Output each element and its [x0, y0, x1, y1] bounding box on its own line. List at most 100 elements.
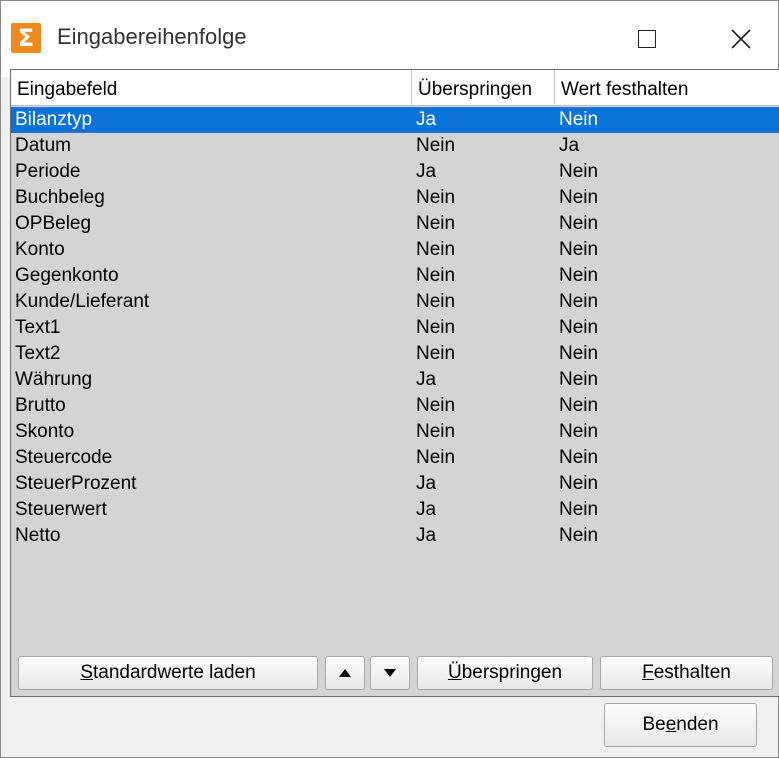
cell-field: OPBeleg [15, 213, 92, 234]
cell-hold: Nein [559, 369, 599, 390]
move-up-button[interactable] [325, 656, 365, 690]
cell-skip: Nein [416, 291, 456, 312]
cell-hold: Ja [559, 135, 580, 156]
cell-field: Netto [15, 525, 61, 546]
load-defaults-mnemonic: S [80, 662, 93, 683]
table-row[interactable]: Brutto Nein Nein [11, 393, 779, 419]
cell-hold: Nein [559, 525, 599, 546]
cell-hold: Nein [559, 187, 599, 208]
cell-skip: Ja [416, 369, 437, 390]
cell-skip: Ja [416, 525, 437, 546]
table-row[interactable]: Text2 Nein Nein [11, 341, 779, 367]
cell-skip: Nein [416, 447, 456, 468]
cell-skip: Nein [416, 213, 456, 234]
close-button[interactable] [713, 11, 769, 67]
table-row[interactable]: Steuercode Nein Nein [11, 445, 779, 471]
cell-skip: Nein [416, 395, 456, 416]
cell-skip: Ja [416, 499, 437, 520]
sigma-app-icon: Σ [11, 23, 41, 53]
table-row[interactable]: OPBeleg Nein Nein [11, 211, 779, 237]
cell-field: Währung [15, 369, 93, 390]
table-row[interactable]: Text1 Nein Nein [11, 315, 779, 341]
title-bar[interactable]: Σ Eingabereihenfolge [1, 1, 778, 77]
cell-field: Skonto [15, 421, 75, 442]
skip-mnemonic: Ü [447, 662, 462, 683]
skip-label: berspringen [461, 662, 563, 683]
table-row[interactable]: SteuerProzent Ja Nein [11, 471, 779, 497]
cell-field: Kunde/Lieferant [15, 291, 150, 312]
table-row[interactable]: Gegenkonto Nein Nein [11, 263, 779, 289]
cell-hold: Nein [559, 109, 599, 130]
cell-skip: Nein [416, 421, 456, 442]
column-header-hold[interactable]: Wert festhalten [555, 70, 775, 106]
cell-hold: Nein [559, 265, 599, 286]
cell-hold: Nein [559, 473, 599, 494]
cell-hold: Nein [559, 213, 599, 234]
cell-hold: Nein [559, 291, 599, 312]
cell-hold: Nein [559, 239, 599, 260]
cell-skip: Nein [416, 343, 456, 364]
cell-field: Text1 [15, 317, 61, 338]
hold-mnemonic: F [642, 662, 654, 683]
cell-hold: Nein [559, 421, 599, 442]
cell-hold: Nein [559, 161, 599, 182]
table-row[interactable]: Steuerwert Ja Nein [11, 497, 779, 523]
cell-field: SteuerProzent [15, 473, 137, 494]
cell-hold: Nein [559, 317, 599, 338]
grid-header: Eingabefeld Überspringen Wert festhalten [11, 70, 779, 106]
table-row[interactable]: Buchbeleg Nein Nein [11, 185, 779, 211]
table-row[interactable]: Konto Nein Nein [11, 237, 779, 263]
table-row[interactable]: Skonto Nein Nein [11, 419, 779, 445]
end-label-rest: nden [676, 714, 719, 735]
cell-skip: Ja [416, 473, 437, 494]
cell-field: Periode [15, 161, 81, 182]
cell-skip: Nein [416, 317, 456, 338]
end-label-start: Be [642, 714, 666, 735]
cell-skip: Nein [416, 135, 456, 156]
cell-field: Bilanztyp [15, 109, 93, 130]
cell-hold: Nein [559, 343, 599, 364]
maximize-icon [638, 30, 656, 48]
cell-skip: Ja [416, 109, 437, 130]
cell-field: Brutto [15, 395, 66, 416]
cell-hold: Nein [559, 395, 599, 416]
load-defaults-label: tandardwerte laden [93, 662, 256, 683]
arrow-down-icon [384, 668, 396, 677]
cell-field: Gegenkonto [15, 265, 119, 286]
cell-skip: Ja [416, 161, 437, 182]
cell-field: Steuerwert [15, 499, 107, 520]
table-row[interactable]: Datum Nein Ja [11, 133, 779, 159]
cell-hold: Nein [559, 447, 599, 468]
cell-skip: Nein [416, 187, 456, 208]
skip-button[interactable]: Überspringen [417, 656, 593, 690]
input-order-grid[interactable]: Eingabefeld Überspringen Wert festhalten… [10, 69, 779, 697]
close-icon [731, 29, 751, 49]
cell-skip: Nein [416, 265, 456, 286]
table-row[interactable]: Netto Ja Nein [11, 523, 779, 549]
maximize-button[interactable] [619, 11, 675, 67]
dialog-window: Σ Eingabereihenfolge Eingabefeld Überspr… [0, 0, 779, 758]
cell-field: Steuercode [15, 447, 113, 468]
cell-field: Konto [15, 239, 65, 260]
grid-toolbar: Standardwerte laden Überspringen Festhal… [10, 653, 779, 691]
table-row[interactable]: Periode Ja Nein [11, 159, 779, 185]
hold-label: esthalten [653, 662, 731, 683]
cell-field: Text2 [15, 343, 61, 364]
move-down-button[interactable] [370, 656, 410, 690]
hold-button[interactable]: Festhalten [600, 656, 773, 690]
load-defaults-button[interactable]: Standardwerte laden [18, 656, 318, 690]
end-button[interactable]: Beenden [604, 703, 757, 747]
end-mnemonic: e [665, 714, 677, 735]
column-header-field[interactable]: Eingabefeld [11, 70, 412, 106]
table-row[interactable]: Währung Ja Nein [11, 367, 779, 393]
column-header-skip[interactable]: Überspringen [412, 70, 555, 106]
grid-body: Bilanztyp Ja Nein Datum Nein Ja Periode Ja Nein B… [11, 107, 779, 549]
arrow-up-icon [339, 668, 351, 677]
cell-skip: Nein [416, 239, 456, 260]
window-title: Eingabereihenfolge [57, 24, 247, 49]
cell-field: Datum [15, 135, 71, 156]
cell-hold: Nein [559, 499, 599, 520]
table-row[interactable]: Kunde/Lieferant Nein Nein [11, 289, 779, 315]
table-row[interactable]: Bilanztyp Ja Nein [11, 107, 779, 133]
cell-field: Buchbeleg [15, 187, 105, 208]
